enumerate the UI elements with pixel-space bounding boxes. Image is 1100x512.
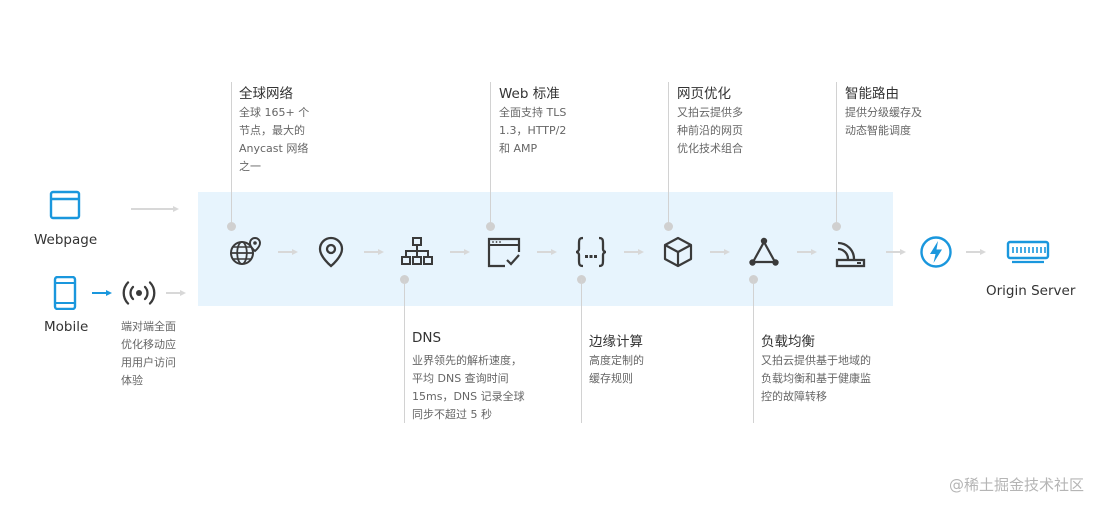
signal-arrow: [166, 290, 186, 296]
pipeline-arrow-6: [710, 249, 730, 255]
web-standard-desc: 全面支持 TLS 1.3，HTTP/2 和 AMP: [499, 106, 567, 155]
pipeline-arrow-3: [450, 249, 470, 255]
web-standard-dot: [486, 222, 495, 231]
pipeline-arrow-7: [797, 249, 817, 255]
pipeline-arrow-4: [537, 249, 557, 255]
load-balance-desc: 又拍云提供基于地域的 负载均衡和基于健康监 控的故障转移: [761, 354, 871, 403]
dns-connector: [404, 279, 405, 423]
globe-location-icon: [230, 237, 261, 265]
browser-window-icon: [49, 190, 81, 220]
server-icon: [1006, 240, 1050, 264]
pipeline-arrow-5: [624, 249, 644, 255]
mobile-arrow: [92, 290, 112, 296]
wireless-signal-icon: [122, 281, 156, 305]
global-network-connector: [231, 82, 232, 227]
webpage-arrow: [131, 206, 179, 212]
smart-routing-connector: [836, 82, 837, 227]
global-network-desc: 全球 165+ 个 节点，最大的 Anycast 网络 之一: [239, 106, 310, 173]
web-standard-connector: [490, 82, 491, 227]
web-optimize-title: 网页优化: [677, 86, 731, 102]
cube-icon: [663, 236, 693, 268]
pipeline-arrow-1: [278, 249, 298, 255]
edge-computing-title: 边缘计算: [589, 334, 643, 350]
load-balance-title: 负载均衡: [761, 334, 815, 350]
location-pin-icon: [318, 236, 344, 268]
edge-computing-desc: 高度定制的 缓存规则: [589, 354, 644, 385]
smart-routing-title: 智能路由: [845, 86, 899, 102]
smart-routing-dot: [832, 222, 841, 231]
watermark-text: @稀土掘金技术社区: [948, 476, 1084, 494]
web-optimize-dot: [664, 222, 673, 231]
dns-title: DNS: [412, 330, 442, 346]
smart-routing-desc: 提供分级缓存及 动态智能调度: [845, 106, 922, 137]
load-balance-connector: [753, 279, 754, 423]
load-balance-icon: [749, 237, 779, 266]
dns-desc: 业界领先的解析速度， 平均 DNS 查询时间 15ms，DNS 记录全球 同步不…: [412, 354, 525, 421]
code-braces-icon: [575, 236, 607, 268]
web-optimize-desc: 又拍云提供多 种前沿的网页 优化技术组合: [677, 106, 743, 155]
web-standard-title: Web 标准: [499, 86, 560, 102]
origin-server-label: Origin Server: [986, 283, 1076, 299]
global-network-dot: [227, 222, 236, 231]
network-tree-icon: [401, 237, 433, 265]
mobile-label: Mobile: [44, 319, 89, 335]
lightning-bolt-icon: [920, 236, 952, 268]
global-network-title: 全球网络: [239, 86, 293, 102]
pipeline-arrow-8: [886, 249, 906, 255]
pipeline-arrow-9: [966, 249, 986, 255]
edge-computing-connector: [581, 279, 582, 423]
mobile-phone-icon: [53, 276, 77, 310]
mobile-optimize-desc: 端对端全面 优化移动应 用用户访问 体验: [121, 320, 176, 387]
webpage-label: Webpage: [34, 232, 98, 248]
router-icon: [835, 241, 866, 268]
web-optimize-connector: [668, 82, 669, 227]
pipeline-arrow-2: [364, 249, 384, 255]
browser-check-icon: [487, 237, 521, 268]
